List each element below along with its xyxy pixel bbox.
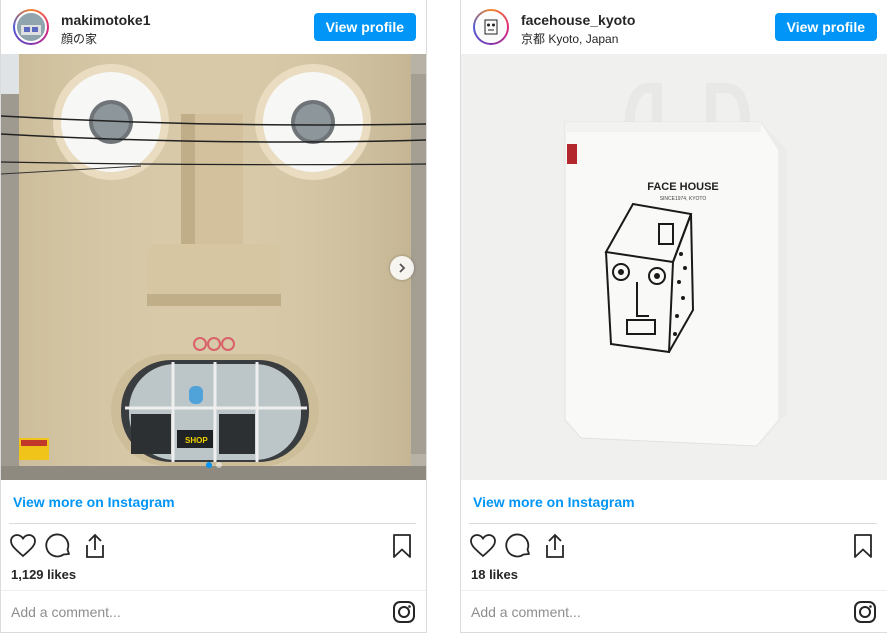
divider: [9, 523, 416, 524]
avatar[interactable]: [473, 9, 509, 45]
bookmark-icon[interactable]: [388, 532, 416, 560]
likes-count[interactable]: 1,129 likes: [11, 567, 76, 582]
view-profile-button[interactable]: View profile: [774, 13, 877, 41]
carousel-dot: [215, 462, 222, 468]
heart-icon[interactable]: [469, 532, 497, 560]
bag-subtitle: SINCE1974, KYOTO: [660, 196, 707, 202]
view-profile-button[interactable]: View profile: [313, 13, 416, 41]
comment-icon[interactable]: [505, 532, 533, 560]
share-icon[interactable]: [541, 532, 569, 560]
post-image-tote-bag[interactable]: FACE HOUSE SINCE1974, KYOTO: [461, 54, 887, 480]
post-header: facehouse_kyoto 京都 Kyoto, Japan View pro…: [461, 0, 887, 54]
share-icon[interactable]: [81, 532, 109, 560]
username[interactable]: facehouse_kyoto: [521, 12, 635, 28]
location[interactable]: 京都 Kyoto, Japan: [521, 30, 618, 47]
heart-icon[interactable]: [9, 532, 37, 560]
avatar[interactable]: [13, 9, 49, 45]
divider: [1, 590, 426, 591]
username[interactable]: makimotoke1: [61, 12, 150, 28]
comment-input[interactable]: [471, 600, 791, 624]
action-bar: [9, 532, 416, 560]
carousel-next-button[interactable]: [390, 256, 414, 280]
divider: [469, 523, 877, 524]
carousel-dot-active: [205, 462, 212, 468]
comment-icon[interactable]: [45, 532, 73, 560]
view-more-link[interactable]: View more on Instagram: [473, 494, 635, 510]
shop-sign-text: SHOP: [185, 436, 208, 445]
post-image-building[interactable]: SHOP: [1, 54, 426, 480]
bookmark-icon[interactable]: [849, 532, 877, 560]
likes-count[interactable]: 18 likes: [471, 567, 518, 582]
view-more-link[interactable]: View more on Instagram: [13, 494, 175, 510]
chevron-right-icon: [399, 263, 406, 273]
action-bar: [469, 532, 877, 560]
bag-title: FACE HOUSE: [647, 181, 719, 193]
instagram-icon[interactable]: [853, 600, 877, 624]
comment-input[interactable]: [11, 600, 331, 624]
carousel-indicator: [205, 462, 222, 468]
post-header: makimotoke1 顔の家 View profile: [1, 0, 426, 54]
instagram-icon[interactable]: [392, 600, 416, 624]
instagram-embed-card: facehouse_kyoto 京都 Kyoto, Japan View pro…: [460, 0, 887, 633]
location[interactable]: 顔の家: [61, 30, 97, 47]
divider: [461, 590, 887, 591]
instagram-embed-card: makimotoke1 顔の家 View profile SHOP View m…: [0, 0, 427, 633]
